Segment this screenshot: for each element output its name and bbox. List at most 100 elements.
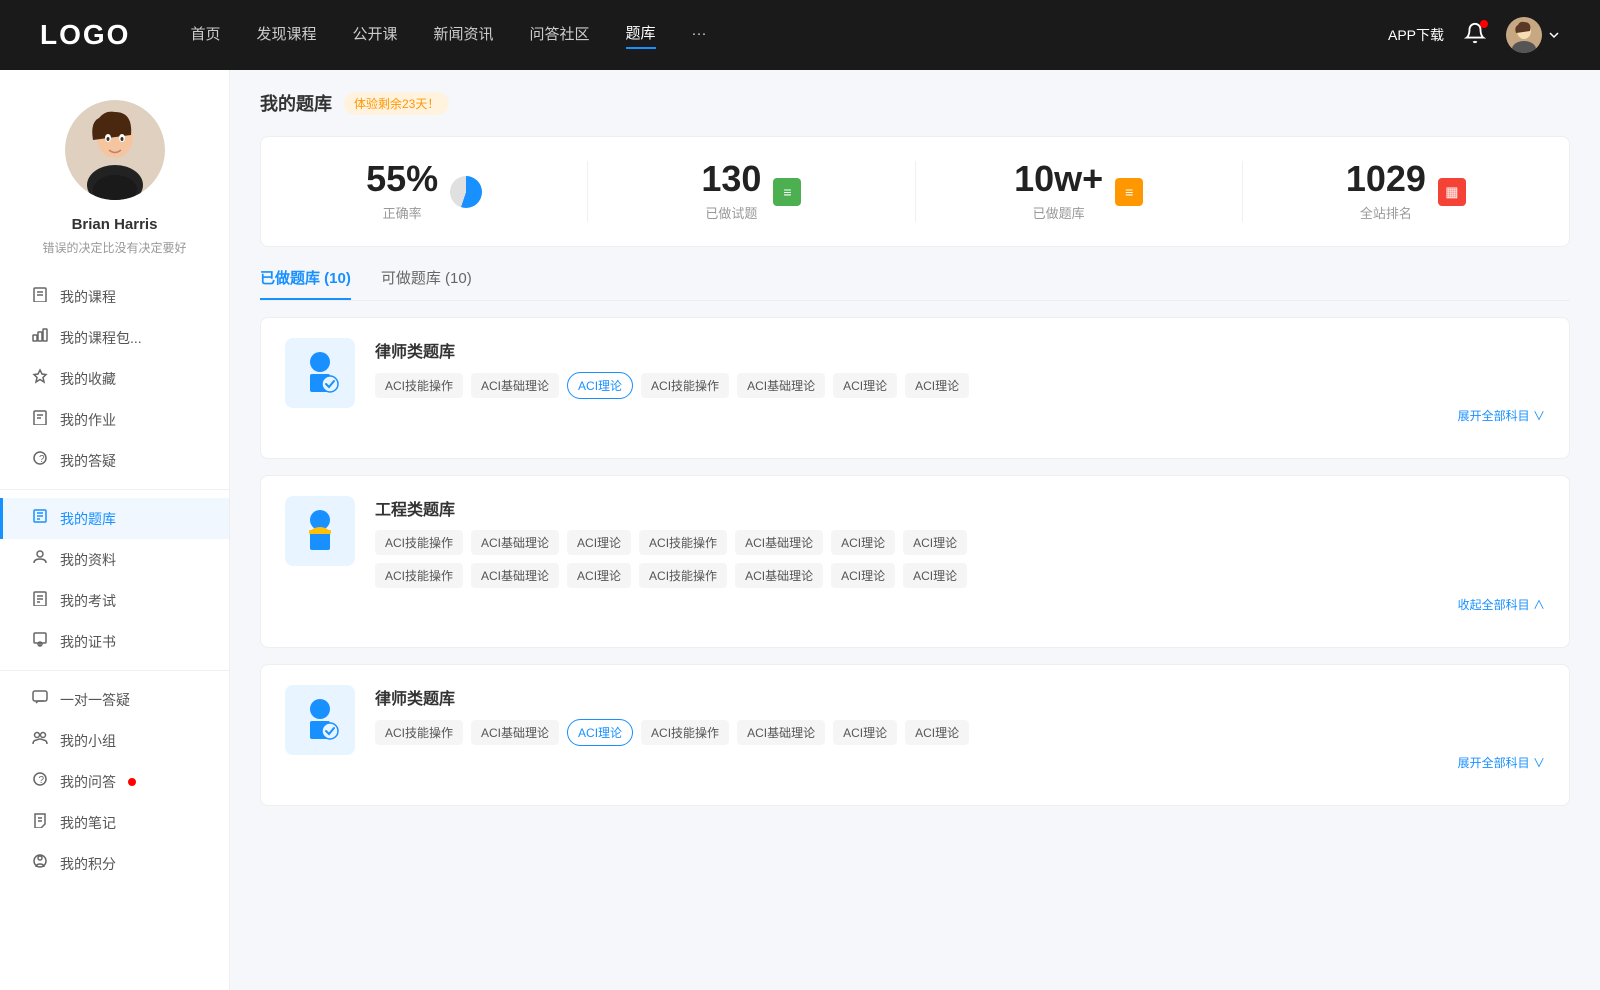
svg-text:?: ? bbox=[39, 775, 45, 786]
tags-row-3: ACI技能操作 ACI基础理论 ACI理论 ACI技能操作 ACI基础理论 AC… bbox=[375, 719, 1545, 746]
sidebar-item-profile[interactable]: 我的资料 bbox=[0, 539, 229, 580]
sidebar-item-qa[interactable]: ? 我的答疑 bbox=[0, 440, 229, 481]
tag-2-6[interactable]: ACI理论 bbox=[903, 530, 967, 555]
bank-info-1: 律师类题库 ACI技能操作 ACI基础理论 ACI理论 ACI技能操作 ACI基… bbox=[375, 338, 1545, 424]
tag-1-1[interactable]: ACI基础理论 bbox=[471, 373, 559, 398]
sidebar-item-question-bank[interactable]: 我的题库 bbox=[0, 498, 229, 539]
done-questions-text: 130 已做试题 bbox=[701, 161, 761, 222]
avatar bbox=[1506, 17, 1542, 53]
app-download-button[interactable]: APP下载 bbox=[1388, 25, 1444, 45]
tag-3-0[interactable]: ACI技能操作 bbox=[375, 720, 463, 745]
course-icon bbox=[30, 286, 50, 307]
sidebar-item-exam[interactable]: 我的考试 bbox=[0, 580, 229, 621]
nav-open-course[interactable]: 公开课 bbox=[352, 23, 397, 48]
engineer-bank-icon bbox=[285, 496, 355, 566]
tag-2-5[interactable]: ACI理论 bbox=[831, 530, 895, 555]
star-icon bbox=[30, 368, 50, 389]
expand-link-3[interactable]: 展开全部科目 ∨ bbox=[375, 754, 1545, 771]
question-bank-icon bbox=[30, 508, 50, 529]
tag-3-2[interactable]: ACI理论 bbox=[567, 719, 633, 746]
nav-more[interactable]: ··· bbox=[692, 25, 707, 46]
logo[interactable]: LOGO bbox=[40, 19, 130, 51]
tags-row-1: ACI技能操作 ACI基础理论 ACI理论 ACI技能操作 ACI基础理论 AC… bbox=[375, 372, 1545, 399]
tag-2b-3[interactable]: ACI技能操作 bbox=[639, 563, 727, 588]
page-title: 我的题库 bbox=[260, 90, 332, 116]
lawyer-bank-icon-3 bbox=[285, 685, 355, 755]
tag-1-5[interactable]: ACI理论 bbox=[833, 373, 897, 398]
qa-icon: ? bbox=[30, 450, 50, 471]
tag-1-3[interactable]: ACI技能操作 bbox=[641, 373, 729, 398]
nav-questions[interactable]: 题库 bbox=[626, 22, 656, 49]
tab-available-banks[interactable]: 可做题库 (10) bbox=[381, 267, 472, 300]
bank-card-header-1: 律师类题库 ACI技能操作 ACI基础理论 ACI理论 ACI技能操作 ACI基… bbox=[285, 338, 1545, 424]
tag-2-4[interactable]: ACI基础理论 bbox=[735, 530, 823, 555]
bank-card-engineer: 工程类题库 ACI技能操作 ACI基础理论 ACI理论 ACI技能操作 ACI基… bbox=[260, 475, 1570, 648]
tag-2b-0[interactable]: ACI技能操作 bbox=[375, 563, 463, 588]
sidebar-divider-1 bbox=[0, 489, 229, 490]
qa-notification-dot bbox=[128, 778, 136, 786]
nav-home[interactable]: 首页 bbox=[190, 23, 220, 48]
done-questions-value: 130 bbox=[701, 161, 761, 197]
tag-2-3[interactable]: ACI技能操作 bbox=[639, 530, 727, 555]
profile-motto: 错误的决定比没有决定要好 bbox=[22, 239, 206, 256]
tag-2b-5[interactable]: ACI理论 bbox=[831, 563, 895, 588]
trial-badge: 体验剩余23天！ bbox=[344, 92, 449, 115]
homework-icon bbox=[30, 409, 50, 430]
rank-value: 1029 bbox=[1346, 161, 1426, 197]
nav-qa[interactable]: 问答社区 bbox=[530, 23, 590, 48]
done-banks-text: 10w+ 已做题库 bbox=[1014, 161, 1103, 222]
chat-icon bbox=[30, 689, 50, 710]
sidebar-item-points[interactable]: 我的积分 bbox=[0, 843, 229, 884]
sidebar-item-my-qa[interactable]: ? 我的问答 bbox=[0, 761, 229, 802]
done-questions-icon bbox=[773, 178, 801, 206]
tag-1-0[interactable]: ACI技能操作 bbox=[375, 373, 463, 398]
chevron-down-icon bbox=[1548, 29, 1560, 41]
sidebar-item-1to1[interactable]: 一对一答疑 bbox=[0, 679, 229, 720]
tag-3-3[interactable]: ACI技能操作 bbox=[641, 720, 729, 745]
tag-2-1[interactable]: ACI基础理论 bbox=[471, 530, 559, 555]
sidebar-item-group[interactable]: 我的小组 bbox=[0, 720, 229, 761]
notes-icon bbox=[30, 812, 50, 833]
svg-text:?: ? bbox=[39, 454, 45, 465]
sidebar-item-favorites[interactable]: 我的收藏 bbox=[0, 358, 229, 399]
tags-row-2b: ACI技能操作 ACI基础理论 ACI理论 ACI技能操作 ACI基础理论 AC… bbox=[375, 563, 1545, 588]
sidebar-item-my-course[interactable]: 我的课程 bbox=[0, 276, 229, 317]
tag-1-4[interactable]: ACI基础理论 bbox=[737, 373, 825, 398]
rank-label: 全站排名 bbox=[1346, 203, 1426, 222]
user-avatar-menu[interactable] bbox=[1506, 17, 1560, 53]
tag-3-6[interactable]: ACI理论 bbox=[905, 720, 969, 745]
sidebar-item-homework[interactable]: 我的作业 bbox=[0, 399, 229, 440]
bank-info-3: 律师类题库 ACI技能操作 ACI基础理论 ACI理论 ACI技能操作 ACI基… bbox=[375, 685, 1545, 771]
sidebar-item-notes[interactable]: 我的笔记 bbox=[0, 802, 229, 843]
tab-done-banks[interactable]: 已做题库 (10) bbox=[260, 267, 351, 300]
tag-3-5[interactable]: ACI理论 bbox=[833, 720, 897, 745]
nav-links: 首页 发现课程 公开课 新闻资讯 问答社区 题库 ··· bbox=[190, 22, 1388, 49]
tag-1-2[interactable]: ACI理论 bbox=[567, 372, 633, 399]
course-pkg-icon bbox=[30, 327, 50, 348]
tag-3-1[interactable]: ACI基础理论 bbox=[471, 720, 559, 745]
expand-link-1[interactable]: 展开全部科目 ∨ bbox=[375, 407, 1545, 424]
sidebar-item-certificate[interactable]: 我的证书 bbox=[0, 621, 229, 662]
tag-2b-6[interactable]: ACI理论 bbox=[903, 563, 967, 588]
nav-discover[interactable]: 发现课程 bbox=[256, 23, 316, 48]
sidebar-item-course-pkg[interactable]: 我的课程包... bbox=[0, 317, 229, 358]
collapse-link-2[interactable]: 收起全部科目 ∧ bbox=[375, 596, 1545, 613]
done-banks-label: 已做题库 bbox=[1014, 203, 1103, 222]
tag-1-6[interactable]: ACI理论 bbox=[905, 373, 969, 398]
tag-2-2[interactable]: ACI理论 bbox=[567, 530, 631, 555]
tag-2b-4[interactable]: ACI基础理论 bbox=[735, 563, 823, 588]
stat-done-questions: 130 已做试题 bbox=[588, 161, 915, 222]
tag-2-0[interactable]: ACI技能操作 bbox=[375, 530, 463, 555]
done-questions-label: 已做试题 bbox=[701, 203, 761, 222]
notification-bell[interactable] bbox=[1464, 22, 1486, 49]
sidebar: Brian Harris 错误的决定比没有决定要好 我的课程 我的课程包... … bbox=[0, 70, 230, 990]
tag-2b-2[interactable]: ACI理论 bbox=[567, 563, 631, 588]
tag-3-4[interactable]: ACI基础理论 bbox=[737, 720, 825, 745]
tag-2b-1[interactable]: ACI基础理论 bbox=[471, 563, 559, 588]
my-qa-icon: ? bbox=[30, 771, 50, 792]
nav-news[interactable]: 新闻资讯 bbox=[434, 23, 494, 48]
accuracy-label: 正确率 bbox=[366, 203, 438, 222]
bank-title-2: 工程类题库 bbox=[375, 496, 1545, 520]
notification-dot bbox=[1480, 20, 1488, 28]
bank-card-lawyer-3: 律师类题库 ACI技能操作 ACI基础理论 ACI理论 ACI技能操作 ACI基… bbox=[260, 664, 1570, 806]
